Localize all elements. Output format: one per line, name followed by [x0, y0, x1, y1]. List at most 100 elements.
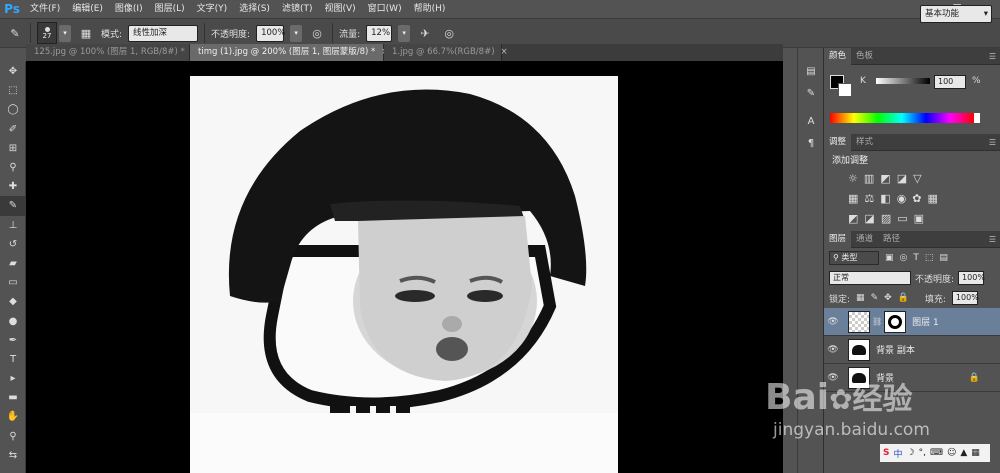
path-select-tool-icon[interactable]: ▸: [0, 369, 26, 388]
history-brush-tool-icon[interactable]: ↺: [0, 235, 26, 254]
filter-type-icon[interactable]: T: [913, 253, 919, 263]
ime-mode[interactable]: 中: [893, 447, 902, 460]
panel-menu-icon[interactable]: ☰: [989, 235, 996, 244]
clone-stamp-tool-icon[interactable]: ⊥: [0, 216, 26, 235]
ime-logo-icon[interactable]: S: [883, 448, 889, 458]
curves-icon[interactable]: ◩: [880, 172, 890, 185]
layer-opacity-input[interactable]: 100%: [958, 271, 985, 285]
k-slider[interactable]: [876, 78, 930, 84]
flow-dropdown[interactable]: ▾: [398, 24, 411, 42]
crop-tool-icon[interactable]: ⊞: [0, 139, 26, 158]
eyedropper-tool-icon[interactable]: ⚲: [0, 158, 26, 177]
type-tool-icon[interactable]: T: [0, 350, 26, 369]
healing-brush-tool-icon[interactable]: ✚: [0, 177, 26, 196]
menu-item[interactable]: 图层(L): [149, 0, 191, 18]
k-value-input[interactable]: 100: [934, 75, 966, 89]
flow-input[interactable]: 12%: [366, 24, 393, 42]
workspace-select[interactable]: 基本功能 ▾: [920, 5, 992, 23]
photo-filter-icon[interactable]: ◉: [897, 192, 907, 205]
brush-size-dropdown[interactable]: ▾: [59, 24, 71, 42]
pen-tool-icon[interactable]: ✒: [0, 331, 26, 350]
dodge-tool-icon[interactable]: ●: [0, 311, 26, 330]
filter-adjust-icon[interactable]: ◎: [900, 253, 908, 263]
brush-panel-toggle-icon[interactable]: ▦: [77, 24, 95, 42]
tab-adjustments[interactable]: 调整: [824, 133, 852, 151]
fill-input[interactable]: 100%: [951, 291, 979, 305]
brush-tool-icon[interactable]: ✎: [0, 196, 26, 216]
tab-channels[interactable]: 通道: [851, 231, 878, 248]
move-tool-icon[interactable]: ✥: [0, 62, 26, 81]
brush-size-preview[interactable]: 27: [37, 22, 57, 44]
menu-item[interactable]: 文字(Y): [191, 0, 234, 18]
filter-smart-icon[interactable]: ▤: [939, 253, 948, 263]
mask-thumbnail[interactable]: [884, 310, 907, 333]
lock-move-icon[interactable]: ✥: [884, 293, 892, 303]
pressure-size-icon[interactable]: ◎: [440, 24, 458, 42]
eraser-tool-icon[interactable]: ▰: [0, 254, 26, 273]
brush-panel-icon[interactable]: ✎: [798, 82, 824, 104]
menu-item[interactable]: 文件(F): [24, 0, 66, 18]
channel-mixer-icon[interactable]: ✿: [912, 192, 921, 205]
lasso-tool-icon[interactable]: ◯: [0, 100, 26, 119]
eye-icon[interactable]: 👁: [824, 317, 842, 327]
invert-icon[interactable]: ◩: [848, 212, 858, 225]
eye-icon[interactable]: 👁: [824, 345, 842, 355]
swap-colors-icon[interactable]: ⇆: [0, 446, 26, 465]
tab-swatches[interactable]: 色板: [851, 48, 878, 65]
menu-item[interactable]: 帮助(H): [408, 0, 452, 18]
history-panel-icon[interactable]: ▤: [798, 60, 824, 82]
menu-item[interactable]: 图像(I): [109, 0, 149, 18]
shape-tool-icon[interactable]: ▬: [0, 388, 26, 407]
layer-filter-select[interactable]: ⚲ 类型: [829, 251, 879, 265]
tab-timg-jpg[interactable]: timg (1).jpg @ 200% (图层 1, 图层蒙版/8) *×: [190, 44, 388, 61]
gradient-map-icon[interactable]: ▭: [897, 212, 907, 225]
close-tab-icon[interactable]: ×: [501, 47, 508, 57]
gradient-tool-icon[interactable]: ▭: [0, 273, 26, 292]
opacity-dropdown[interactable]: ▾: [290, 24, 303, 42]
moon-icon[interactable]: ☽: [907, 448, 915, 458]
menu-item[interactable]: 视图(V): [318, 0, 361, 18]
opacity-input[interactable]: 100%: [256, 24, 285, 42]
brush-preset-icon[interactable]: ✎: [6, 24, 24, 42]
layer-row[interactable]: 👁 背景 副本: [824, 336, 1000, 364]
brightness-icon[interactable]: ☼: [848, 172, 858, 185]
lock-transparent-icon[interactable]: ▦: [856, 293, 865, 303]
white-swatch[interactable]: [974, 113, 980, 123]
vibrance-icon[interactable]: ▽: [913, 172, 921, 185]
keyboard-icon[interactable]: ⌨: [930, 448, 943, 458]
selective-color-icon[interactable]: ▣: [914, 212, 924, 225]
document-canvas[interactable]: [190, 76, 618, 473]
menu-item[interactable]: 选择(S): [233, 0, 276, 18]
blur-tool-icon[interactable]: ◆: [0, 292, 26, 311]
tab-layers[interactable]: 图层: [824, 230, 852, 248]
tab-styles[interactable]: 样式: [851, 134, 878, 151]
airbrush-icon[interactable]: ✈: [416, 24, 434, 42]
canvas-area[interactable]: [26, 61, 783, 473]
hand-tool-icon[interactable]: ✋: [0, 407, 26, 426]
color-balance-icon[interactable]: ⚖: [864, 192, 874, 205]
posterize-icon[interactable]: ◪: [864, 212, 874, 225]
menu-item[interactable]: 窗口(W): [362, 0, 408, 18]
blend-mode-select[interactable]: 正常: [829, 271, 911, 285]
lock-all-icon[interactable]: 🔒: [898, 293, 909, 303]
zoom-tool-icon[interactable]: ⚲: [0, 427, 26, 446]
punct-icon[interactable]: °,: [919, 448, 926, 458]
menu-item[interactable]: 编辑(E): [66, 0, 109, 18]
hue-icon[interactable]: ▦: [848, 192, 858, 205]
filter-shape-icon[interactable]: ⬚: [925, 253, 934, 263]
threshold-icon[interactable]: ▨: [881, 212, 891, 225]
color-lookup-icon[interactable]: ▦: [928, 192, 938, 205]
tshirt-icon[interactable]: ▲: [960, 448, 967, 458]
background-color-swatch[interactable]: [838, 83, 852, 97]
lock-paint-icon[interactable]: ✎: [871, 293, 879, 303]
chain-icon[interactable]: ⛓: [872, 317, 882, 326]
pressure-opacity-icon[interactable]: ◎: [308, 24, 326, 42]
tab-1-jpg[interactable]: 1.jpg @ 66.7%(RGB/8#) ×: [384, 44, 508, 61]
color-spectrum[interactable]: [830, 113, 974, 123]
paragraph-panel-icon[interactable]: ¶: [798, 132, 824, 154]
mode-select[interactable]: 线性加深: [128, 24, 199, 42]
menu-item[interactable]: 滤镜(T): [276, 0, 319, 18]
levels-icon[interactable]: ▥: [864, 172, 874, 185]
tab-paths[interactable]: 路径: [878, 231, 905, 248]
exposure-icon[interactable]: ◪: [897, 172, 907, 185]
